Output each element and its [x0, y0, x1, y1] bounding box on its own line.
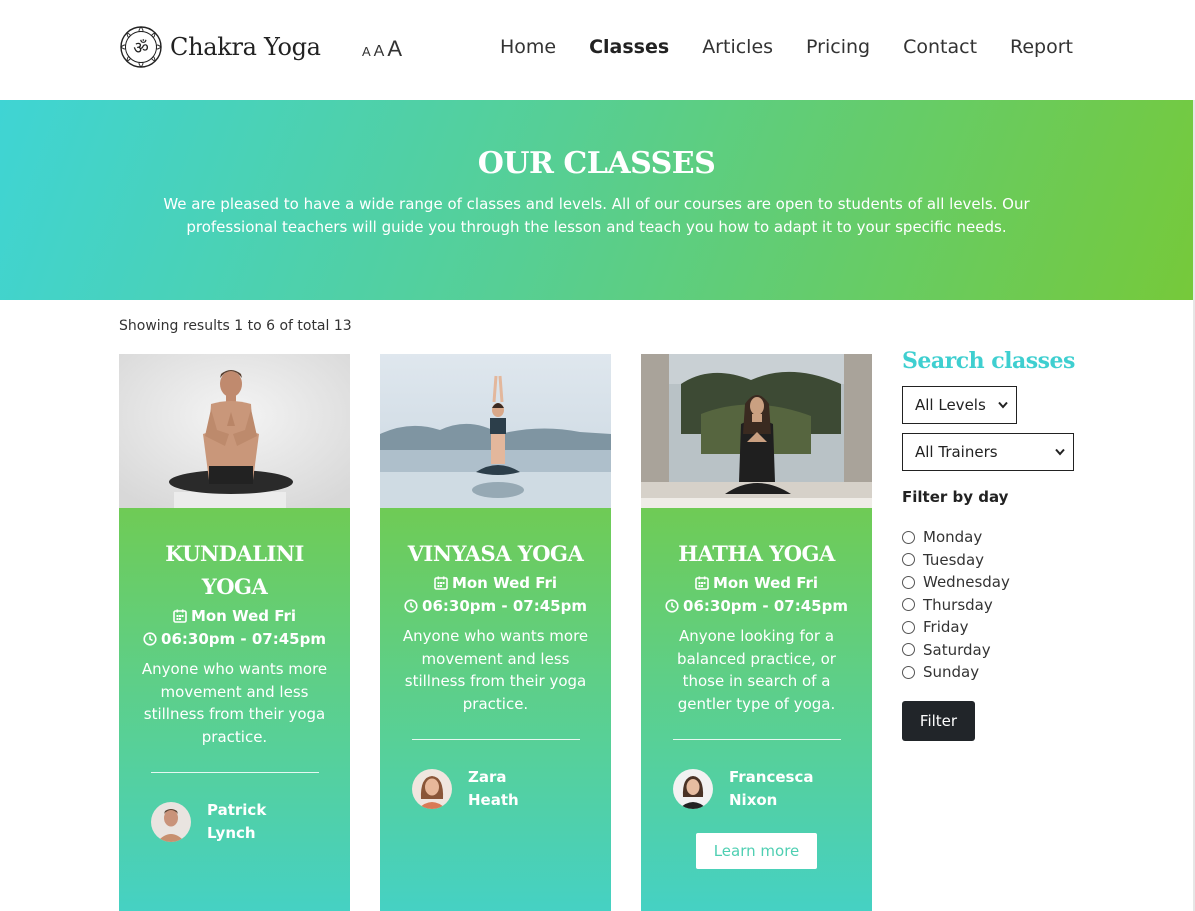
trainer-avatar — [151, 801, 191, 842]
chevron-down-icon — [1055, 448, 1065, 456]
font-size-medium-button[interactable]: A — [374, 43, 385, 61]
class-card-body: VINYASA YOGA Mon Wed Fri 06:30pm - 07:45… — [380, 508, 611, 911]
day-option-thursday[interactable]: Thursday — [902, 594, 1082, 617]
level-select-value: All Levels — [915, 396, 986, 414]
trainer-name: Zara Heath — [468, 768, 519, 809]
day-label: Wednesday — [923, 573, 1010, 592]
calendar-icon — [434, 576, 448, 590]
card-divider — [672, 739, 841, 740]
hero-banner: OUR CLASSES We are pleased to have a wid… — [0, 100, 1193, 300]
hero-description: We are pleased to have a wide range of c… — [163, 195, 1030, 236]
yoga-man-image — [119, 354, 350, 508]
day-label: Monday — [923, 528, 983, 547]
search-sidebar: Search classes All Levels All Trainers F… — [902, 348, 1082, 741]
results-count: Showing results 1 to 6 of total 13 — [119, 318, 352, 334]
svg-text:ॐ: ॐ — [133, 39, 149, 59]
class-days: Mon Wed Fri — [190, 607, 297, 625]
font-size-small-button[interactable]: A — [362, 44, 371, 59]
radio-button[interactable] — [902, 530, 915, 544]
class-photo-hatha[interactable] — [641, 354, 872, 508]
day-option-monday[interactable]: Monday — [902, 526, 1082, 549]
trainer-info[interactable]: Francesca Nixon — [661, 766, 852, 811]
card-divider — [150, 772, 319, 773]
trainer-name: Francesca Nixon — [729, 768, 814, 809]
clock-icon — [143, 631, 157, 646]
main-nav: Home Classes Articles Pricing Contact Re… — [467, 36, 1073, 58]
class-days: Mon Wed Fri — [451, 574, 558, 592]
class-schedule: Mon Wed Fri 06:30pm - 07:45pm — [661, 572, 852, 617]
clock-icon — [665, 598, 679, 613]
day-radio-group: Monday Tuesday Wednesday Thursday Friday… — [902, 526, 1082, 684]
class-photo-kundalini[interactable] — [119, 354, 350, 508]
day-label: Friday — [923, 618, 969, 637]
trainer-select[interactable]: All Trainers — [902, 433, 1074, 471]
level-select[interactable]: All Levels — [902, 386, 1017, 424]
trainer-info[interactable]: Patrick Lynch — [139, 799, 330, 844]
nav-contact[interactable]: Contact — [903, 36, 977, 58]
yoga-woman-sea-image — [380, 354, 611, 508]
filter-button[interactable]: Filter — [902, 700, 975, 741]
class-card: KUNDALINI YOGA Mon Wed Fri 06:30pm - 07:… — [119, 354, 350, 911]
trainer-avatar — [412, 768, 452, 809]
class-time: 06:30pm - 07:45pm — [161, 629, 326, 648]
class-title: HATHA YOGA — [678, 541, 835, 566]
sidebar-title: Search classes — [902, 348, 1075, 374]
page-title: OUR CLASSES — [477, 146, 716, 181]
font-size-large-button[interactable]: A — [387, 36, 402, 62]
trainer-info[interactable]: Zara Heath — [400, 766, 591, 811]
site-header: ॐ Chakra Yoga A A A Home Classes Article… — [0, 0, 1195, 100]
radio-button[interactable] — [902, 575, 915, 589]
trainer-name: Patrick Lynch — [207, 801, 267, 842]
day-option-sunday[interactable]: Sunday — [902, 661, 1082, 684]
learn-more-button[interactable]: Learn more — [695, 833, 818, 869]
calendar-icon — [173, 609, 187, 623]
clock-icon — [404, 598, 418, 613]
nav-classes[interactable]: Classes — [589, 36, 669, 58]
trainer-select-value: All Trainers — [915, 443, 998, 461]
class-card: VINYASA YOGA Mon Wed Fri 06:30pm - 07:45… — [380, 354, 611, 911]
radio-button[interactable] — [902, 598, 915, 612]
nav-report[interactable]: Report — [1010, 36, 1073, 58]
brand-logo[interactable]: ॐ Chakra Yoga — [118, 24, 321, 70]
day-option-saturday[interactable]: Saturday — [902, 639, 1082, 662]
day-label: Tuesday — [923, 550, 985, 569]
class-card-body: KUNDALINI YOGA Mon Wed Fri 06:30pm - 07:… — [119, 508, 350, 911]
brand-name: Chakra Yoga — [170, 33, 321, 61]
font-size-switcher: A A A — [362, 36, 405, 62]
nav-pricing[interactable]: Pricing — [806, 36, 870, 58]
calendar-icon — [695, 576, 709, 590]
class-schedule: Mon Wed Fri 06:30pm - 07:45pm — [139, 605, 330, 650]
day-option-tuesday[interactable]: Tuesday — [902, 549, 1082, 572]
radio-button[interactable] — [902, 553, 915, 567]
class-description: Anyone looking for a balanced practice, … — [677, 627, 836, 713]
class-photo-vinyasa[interactable] — [380, 354, 611, 508]
class-title: KUNDALINI YOGA — [165, 541, 304, 599]
day-label: Thursday — [923, 595, 993, 614]
class-description: Anyone who wants more movement and less … — [141, 660, 328, 746]
nav-articles[interactable]: Articles — [702, 36, 773, 58]
trainer-avatar — [673, 768, 713, 809]
yoga-woman-garden-image — [641, 354, 872, 508]
radio-button[interactable] — [902, 643, 915, 657]
day-label: Saturday — [923, 640, 991, 659]
class-card: HATHA YOGA Mon Wed Fri 06:30pm - 07:45pm… — [641, 354, 872, 911]
class-description: Anyone who wants more movement and less … — [402, 627, 589, 713]
radio-button[interactable] — [902, 620, 915, 634]
radio-button[interactable] — [902, 665, 915, 679]
card-divider — [411, 739, 580, 740]
day-option-wednesday[interactable]: Wednesday — [902, 571, 1082, 594]
om-logo-icon: ॐ — [120, 26, 162, 68]
day-label: Sunday — [923, 663, 980, 682]
chevron-down-icon — [998, 401, 1008, 409]
class-schedule: Mon Wed Fri 06:30pm - 07:45pm — [400, 572, 591, 617]
day-option-friday[interactable]: Friday — [902, 616, 1082, 639]
class-days: Mon Wed Fri — [712, 574, 819, 592]
class-time: 06:30pm - 07:45pm — [683, 596, 848, 615]
class-time: 06:30pm - 07:45pm — [422, 596, 587, 615]
class-title: VINYASA YOGA — [407, 541, 584, 566]
nav-home[interactable]: Home — [500, 36, 556, 58]
filter-by-day-label: Filter by day — [902, 488, 1009, 506]
class-card-body: HATHA YOGA Mon Wed Fri 06:30pm - 07:45pm… — [641, 508, 872, 911]
